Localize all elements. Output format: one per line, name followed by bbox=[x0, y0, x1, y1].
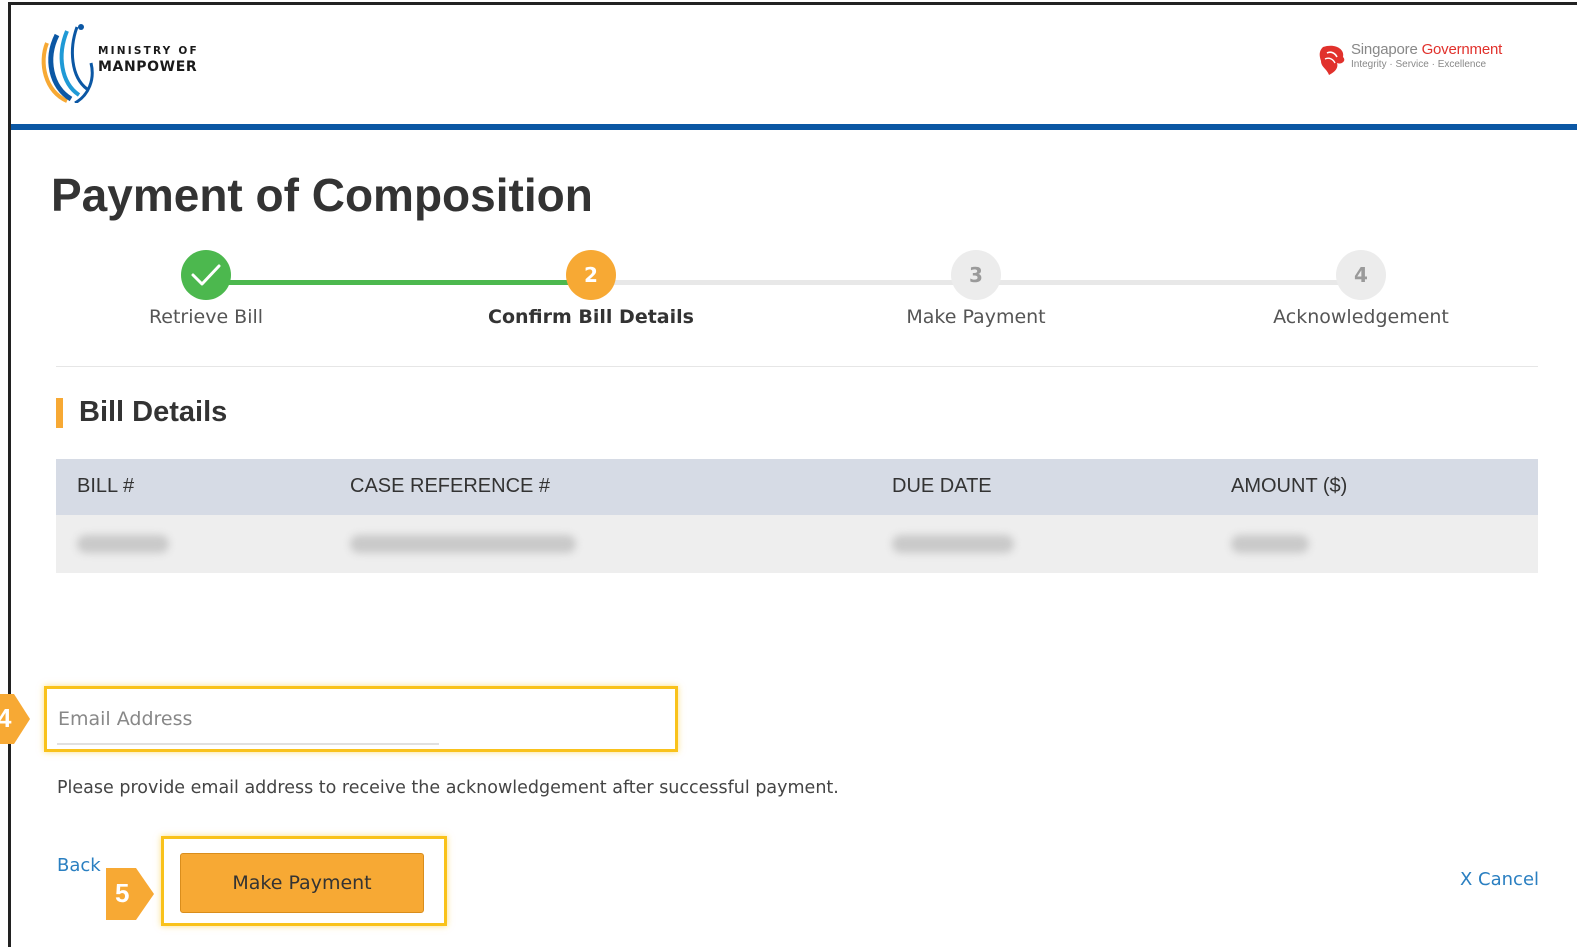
email-helper-text: Please provide email address to receive … bbox=[57, 778, 839, 798]
step-retrieve-bill: Retrieve Bill bbox=[56, 250, 356, 328]
step-4-circle: 4 bbox=[1336, 250, 1386, 300]
step-acknowledgement: 4 Acknowledgement bbox=[1211, 250, 1511, 328]
ministry-line1: MINISTRY OF bbox=[98, 45, 199, 57]
redacted-amount bbox=[1231, 535, 1309, 553]
sg-name-part2: Government bbox=[1421, 41, 1503, 58]
table-header-row: BILL # CASE REFERENCE # DUE DATE AMOUNT … bbox=[56, 459, 1538, 515]
redacted-case-reference bbox=[350, 535, 576, 553]
back-link[interactable]: Back bbox=[57, 855, 101, 876]
step-1-label: Retrieve Bill bbox=[148, 306, 264, 328]
section-accent-bar bbox=[56, 398, 63, 428]
sg-gov-name: Singapore Government bbox=[1351, 41, 1502, 58]
email-field[interactable] bbox=[53, 695, 669, 743]
redacted-bill-number bbox=[77, 535, 169, 553]
step-2-circle: 2 bbox=[566, 250, 616, 300]
email-field-underline bbox=[57, 743, 439, 745]
redacted-due-date bbox=[892, 535, 1014, 553]
ministry-line2: MANPOWER bbox=[98, 59, 198, 75]
header-divider-bar bbox=[11, 124, 1577, 130]
lion-head-icon bbox=[1319, 45, 1345, 75]
frame-border-left bbox=[8, 2, 11, 947]
step-1-circle bbox=[181, 250, 231, 300]
column-header-bill: BILL # bbox=[77, 475, 135, 497]
step-4-label: Acknowledgement bbox=[1273, 306, 1449, 328]
checkmark-icon bbox=[191, 264, 221, 286]
stepper-divider bbox=[56, 366, 1538, 367]
step-3-label: Make Payment bbox=[906, 306, 1046, 328]
mom-logo-icon[interactable] bbox=[37, 23, 99, 103]
step-confirm-bill-details: 2 Confirm Bill Details bbox=[441, 250, 741, 328]
column-header-amount: AMOUNT ($) bbox=[1231, 475, 1348, 497]
bill-details-table: BILL # CASE REFERENCE # DUE DATE AMOUNT … bbox=[56, 459, 1538, 573]
sg-gov-wordmark: Singapore Government Integrity · Service… bbox=[1351, 41, 1502, 70]
bill-details-heading: Bill Details bbox=[79, 396, 228, 428]
cancel-link[interactable]: X Cancel bbox=[1460, 869, 1539, 890]
sg-name-part1: Singapore bbox=[1351, 41, 1422, 58]
callout-marker-4 bbox=[0, 694, 30, 744]
email-field-highlight bbox=[44, 686, 678, 752]
site-header: MINISTRY OF MANPOWER Singapore Governmen… bbox=[11, 5, 1577, 126]
make-payment-button[interactable]: Make Payment bbox=[180, 853, 424, 913]
step-make-payment: 3 Make Payment bbox=[826, 250, 1126, 328]
column-header-due-date: DUE DATE bbox=[892, 475, 992, 497]
callout-marker-5 bbox=[106, 868, 154, 920]
mom-wordmark: MINISTRY OF MANPOWER bbox=[98, 43, 199, 75]
table-row bbox=[56, 515, 1538, 573]
column-header-case-reference: CASE REFERENCE # bbox=[350, 475, 551, 497]
step-3-circle: 3 bbox=[951, 250, 1001, 300]
sg-gov-tagline: Integrity · Service · Excellence bbox=[1351, 59, 1487, 70]
progress-stepper: Retrieve Bill 2 Confirm Bill Details 3 M… bbox=[56, 250, 1538, 350]
page-title: Payment of Composition bbox=[51, 169, 593, 221]
make-payment-highlight: Make Payment bbox=[161, 836, 447, 926]
step-2-label: Confirm Bill Details bbox=[488, 306, 694, 328]
